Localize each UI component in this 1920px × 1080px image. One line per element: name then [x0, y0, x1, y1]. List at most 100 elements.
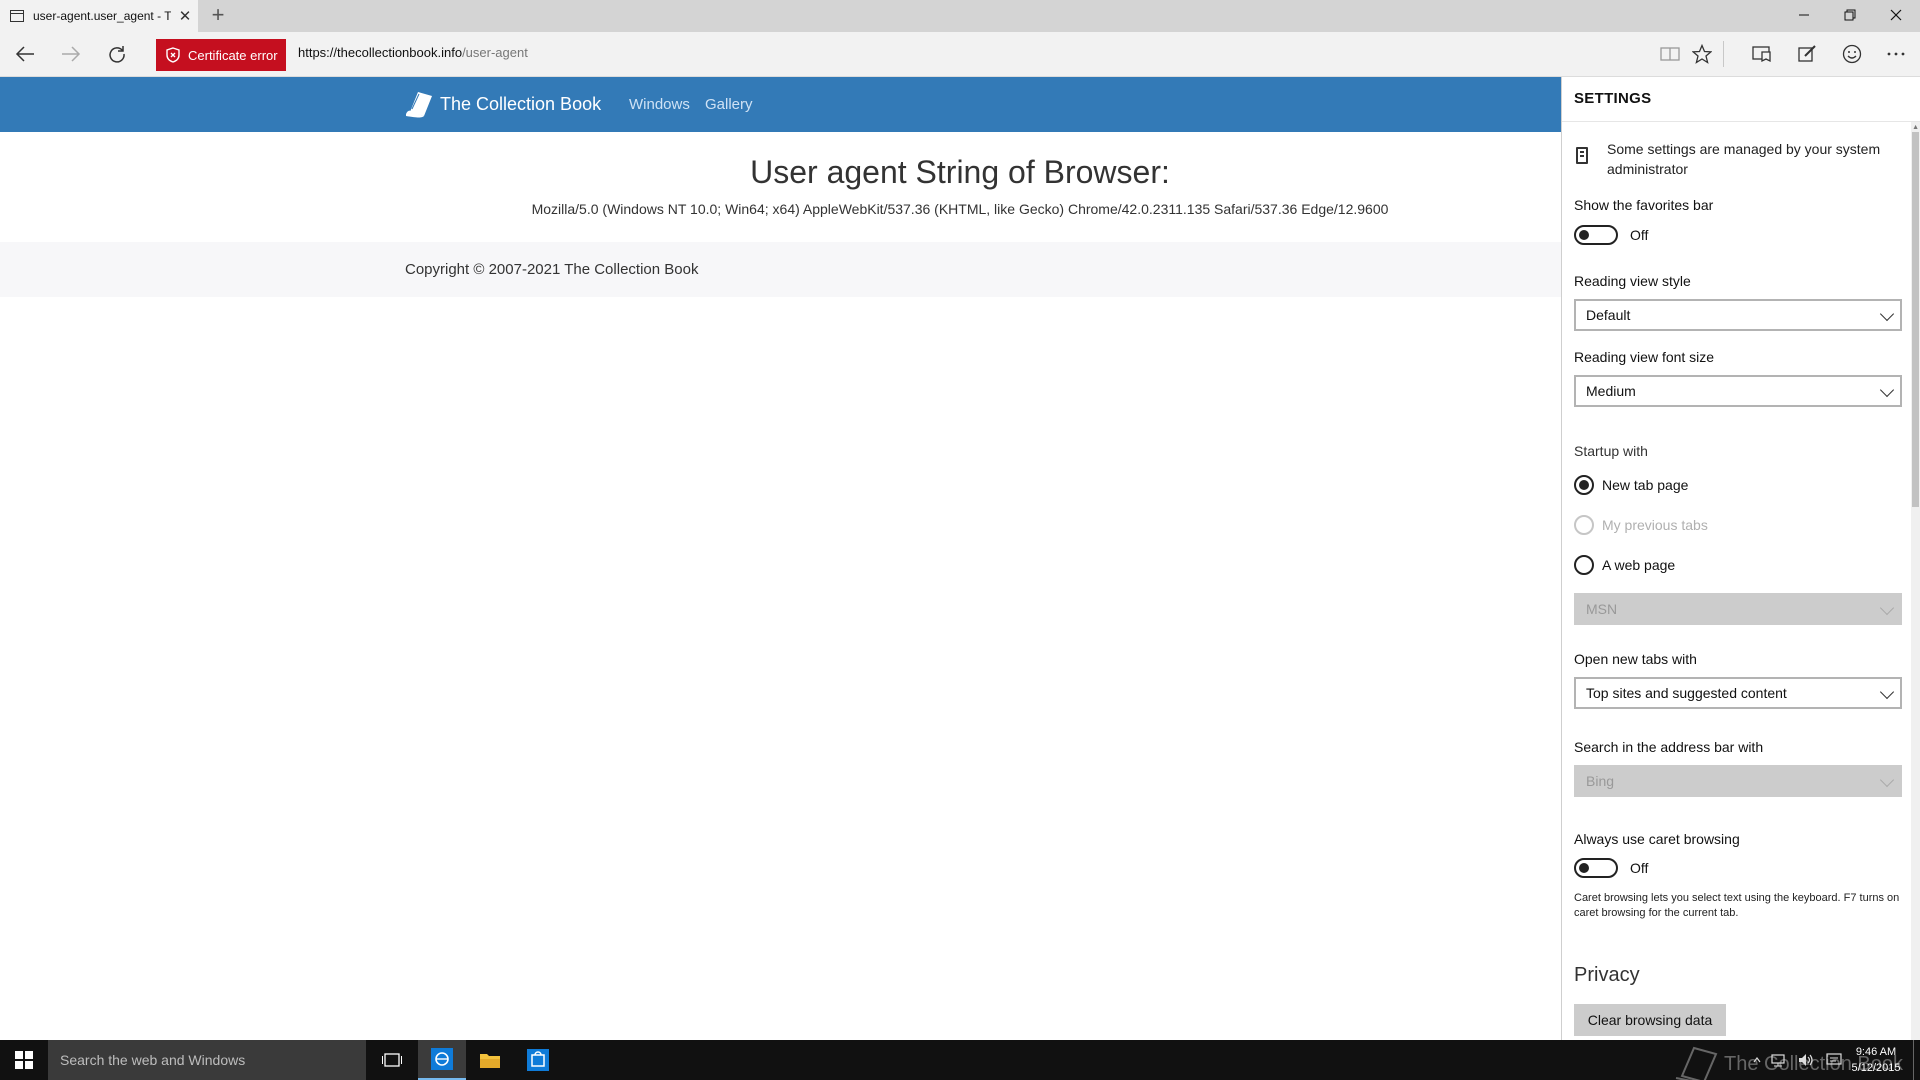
page-title: User agent String of Browser:	[750, 154, 1170, 190]
nav-link-windows[interactable]: Windows	[629, 96, 690, 113]
site-footer: Copyright © 2007-2021 The Collection Boo…	[0, 242, 1561, 297]
caret-browsing-state: Off	[1630, 860, 1649, 876]
back-arrow-icon	[15, 46, 34, 62]
startup-web-page-radio[interactable]	[1574, 555, 1594, 575]
web-content: The Collection Book Windows Gallery User…	[0, 77, 1561, 1040]
forward-button[interactable]	[48, 32, 94, 76]
refresh-button[interactable]	[94, 32, 140, 76]
reading-view-style-value: Default	[1586, 307, 1631, 323]
managed-notice: Some settings are managed by your system…	[1607, 141, 1881, 177]
show-desktop-button[interactable]	[1913, 1040, 1914, 1080]
folder-icon	[480, 1054, 500, 1068]
minimize-button[interactable]	[1781, 0, 1827, 32]
taskbar-clock[interactable]: 9:46 AM 5/12/2015	[1846, 1044, 1906, 1076]
toolbar-divider	[1723, 41, 1724, 67]
tab-bar: user-agent.user_agent - Th ✕ +	[0, 0, 1920, 32]
search-engine-value: Bing	[1586, 773, 1615, 789]
caret-browsing-help: Caret browsing lets you select text usin…	[1574, 892, 1900, 919]
search-engine-select[interactable]: Bing	[1574, 765, 1902, 797]
more-dots-icon	[1887, 52, 1905, 56]
start-button[interactable]	[0, 1040, 48, 1080]
url-host: https://thecollectionbook.info	[298, 45, 463, 60]
browser-tab[interactable]: user-agent.user_agent - Th ✕	[0, 0, 198, 32]
search-engine-label: Search in the address bar with	[1574, 739, 1764, 755]
smiley-icon	[1842, 44, 1862, 64]
chevron-down-icon	[1879, 382, 1895, 398]
close-window-button[interactable]	[1873, 0, 1919, 32]
startup-web-page-label[interactable]: A web page	[1602, 557, 1675, 573]
pen-note-icon	[1798, 45, 1816, 62]
restore-icon	[1844, 9, 1856, 21]
file-explorer-button[interactable]	[466, 1040, 514, 1080]
certificate-error-button[interactable]: Certificate error	[156, 39, 286, 71]
feedback-button[interactable]	[1834, 32, 1870, 76]
tab-close-icon[interactable]: ✕	[177, 7, 193, 25]
startup-label: Startup with	[1574, 443, 1648, 459]
startup-previous-tabs-radio[interactable]	[1574, 515, 1594, 535]
copyright-text: Copyright © 2007-2021 The Collection Boo…	[405, 261, 699, 278]
book-icon	[1660, 47, 1680, 61]
chevron-down-icon	[1879, 772, 1895, 788]
taskbar-search-input[interactable]: Search the web and Windows	[48, 1040, 366, 1080]
more-actions-button[interactable]	[1878, 32, 1914, 76]
favorites-bar-state: Off	[1630, 227, 1649, 243]
star-icon	[1692, 44, 1712, 64]
startup-web-page-value: MSN	[1586, 601, 1618, 617]
taskbar: Search the web and Windows The Collectio…	[0, 1040, 1920, 1080]
speaker-icon	[1799, 1054, 1813, 1066]
close-icon	[1890, 9, 1902, 21]
back-button[interactable]	[2, 32, 48, 76]
volume-button[interactable]	[1794, 1040, 1818, 1080]
network-icon	[1771, 1054, 1785, 1067]
show-hidden-icons-button[interactable]	[1750, 1040, 1764, 1080]
scroll-up-icon[interactable]: ▲	[1912, 124, 1919, 131]
reading-font-size-label: Reading view font size	[1574, 349, 1715, 365]
building-icon	[1576, 147, 1588, 164]
startup-previous-tabs-label[interactable]: My previous tabs	[1602, 517, 1708, 533]
reading-font-size-select[interactable]: Medium	[1574, 375, 1902, 407]
chevron-down-icon	[1879, 306, 1895, 322]
chevron-up-icon	[1753, 1057, 1761, 1063]
shield-icon	[166, 47, 180, 63]
new-tab-button[interactable]: +	[205, 2, 231, 30]
caret-browsing-label: Always use caret browsing	[1574, 831, 1740, 847]
open-new-tabs-select[interactable]: Top sites and suggested content	[1574, 677, 1902, 709]
watermark-book-icon	[1675, 1046, 1718, 1080]
edge-browser-icon	[431, 1048, 453, 1070]
startup-web-page-select[interactable]: MSN	[1574, 593, 1902, 625]
task-view-icon	[382, 1053, 402, 1067]
refresh-icon	[109, 46, 125, 63]
startup-new-tab-label[interactable]: New tab page	[1602, 477, 1688, 493]
favorites-bar-label: Show the favorites bar	[1574, 197, 1714, 213]
reading-view-button[interactable]	[1652, 32, 1688, 76]
open-new-tabs-label: Open new tabs with	[1574, 651, 1697, 667]
notification-icon	[1826, 1053, 1842, 1065]
restore-button[interactable]	[1827, 0, 1873, 32]
reading-view-style-select[interactable]: Default	[1574, 299, 1902, 331]
caret-browsing-toggle[interactable]	[1574, 858, 1618, 878]
address-input[interactable]: https://thecollectionbook.info/user-agen…	[298, 45, 528, 60]
action-center-button[interactable]	[1822, 1040, 1846, 1080]
web-note-button[interactable]	[1789, 32, 1825, 76]
reading-view-style-label: Reading view style	[1574, 273, 1691, 289]
clock-date: 5/12/2015	[1851, 1062, 1901, 1074]
settings-scrollbar-thumb[interactable]	[1912, 132, 1919, 507]
task-view-button[interactable]	[368, 1040, 416, 1080]
edge-taskbar-button[interactable]	[418, 1040, 466, 1080]
store-button[interactable]	[514, 1040, 562, 1080]
network-button[interactable]	[1766, 1040, 1790, 1080]
hub-button[interactable]	[1744, 32, 1780, 76]
nav-link-gallery[interactable]: Gallery	[705, 96, 753, 113]
clear-browsing-data-button[interactable]: Clear browsing data	[1574, 1004, 1726, 1036]
settings-title: SETTINGS	[1574, 90, 1652, 107]
favorite-button[interactable]	[1684, 32, 1720, 76]
certificate-error-label: Certificate error	[188, 47, 278, 63]
clock-time: 9:46 AM	[1855, 1046, 1897, 1058]
windows-logo-icon	[15, 1051, 33, 1069]
startup-new-tab-radio[interactable]	[1574, 475, 1594, 495]
tab-title: user-agent.user_agent - Th	[33, 9, 171, 23]
site-brand-link[interactable]: The Collection Book	[404, 90, 601, 118]
settings-pane: SETTINGS ▲ Some settings are managed by …	[1561, 77, 1920, 1040]
book-logo-icon	[406, 92, 432, 118]
favorites-bar-toggle[interactable]	[1574, 225, 1618, 245]
